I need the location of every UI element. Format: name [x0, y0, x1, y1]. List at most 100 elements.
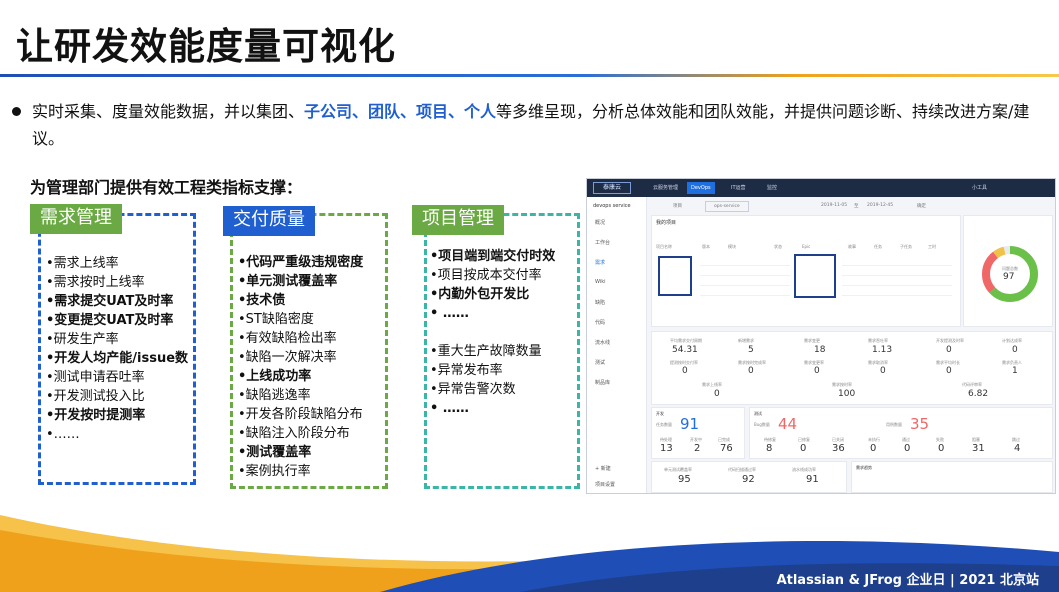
project-tag: 项目管理 — [412, 205, 504, 235]
bottom-metrics-panel: 单元测试覆盖率 95 代码扫描通过率 92 流水线成功率 91 — [651, 461, 847, 493]
sidebar-item-defect[interactable]: 缺陷 — [595, 299, 605, 306]
metric-label: 开发提测及时率 — [936, 338, 964, 343]
requirement-tag: 需求管理 — [30, 204, 122, 234]
list-item: •异常告警次数 — [430, 382, 516, 397]
bottom-label: 流水线成功率 — [792, 467, 816, 472]
metric-value: 0 — [946, 345, 952, 355]
metric-label: 代码评审率 — [962, 382, 982, 387]
quality-list: •代码严重级违规密度 •单元测试覆盖率 •技术债 •ST缺陷密度 •有效缺陷检出… — [238, 253, 388, 481]
case-value: 35 — [910, 415, 930, 433]
bottom-value: 95 — [678, 474, 691, 485]
metric-value: 1 — [1012, 366, 1018, 376]
list-item: •需求按时上线率 — [46, 275, 145, 290]
date-sep: 至 — [854, 204, 859, 209]
test-sub-value: 0 — [800, 443, 807, 454]
placeholder-box — [794, 254, 836, 298]
app-logo: 泰康云 — [593, 182, 631, 194]
dashboard-screenshot: 泰康云 云服务管理 DevOps IT运营 监控 小工具 devops serv… — [586, 178, 1056, 494]
donut-panel: 问题总数 97 — [963, 215, 1053, 327]
list-item: •研发生产率 — [46, 332, 119, 347]
intro-text: 实时采集、度量效能数据，并以集团、子公司、团队、项目、个人等多维呈现，分析总体效… — [32, 98, 1042, 152]
sidebar-item-workbench[interactable]: 工作台 — [595, 239, 610, 246]
bullet-dot — [12, 107, 21, 116]
nav-itops[interactable]: IT运营 — [731, 184, 746, 191]
list-item: •测试申请吞吐率 — [46, 370, 145, 385]
metrics-panel: 平均需求交付周期 54.31 新增需求 5 需求变更 18 需求吞吐率 1.13… — [651, 331, 1053, 405]
filter-label: 项目 — [673, 204, 682, 209]
metric-value: 0 — [682, 366, 688, 376]
list-item — [430, 323, 580, 342]
bottom-label: 代码扫描通过率 — [728, 467, 756, 472]
subheading: 为管理部门提供有效工程类指标支撑： — [30, 178, 303, 197]
bottom-value: 91 — [806, 474, 819, 485]
metric-value: 0 — [714, 389, 720, 399]
bottom-value: 92 — [742, 474, 755, 485]
task-label: 任务数量 — [656, 422, 672, 427]
list-item: •需求提交UAT及时率 — [46, 294, 174, 309]
sidebar-item-overview[interactable]: 概况 — [595, 219, 605, 226]
metric-value: 0 — [1012, 345, 1018, 355]
list-item: •开发人均产能/issue数 — [46, 351, 189, 366]
list-item: • …… — [430, 306, 469, 321]
metric-value: 5 — [748, 345, 754, 355]
test-sub-value: 0 — [870, 443, 877, 454]
th: 状态 — [774, 244, 782, 249]
project-table-panel: 我的项目 项目名称 版本 模块 状态 Epic 故事 任务 子任务 工时 — [651, 215, 961, 327]
sidebar-item-artifact[interactable]: 制品库 — [595, 379, 610, 386]
filter-bar: 项目 ops-service 2019-11-05 至 2019-12-45 确… — [649, 201, 1053, 213]
metric-value: 0 — [880, 366, 886, 376]
test-sub-value: 0 — [938, 443, 945, 454]
table-header: 项目名称 版本 模块 状态 Epic 故事 任务 子任务 工时 — [656, 244, 956, 252]
sidebar-item-test[interactable]: 测试 — [595, 359, 605, 366]
test-sub-value: 31 — [972, 443, 985, 454]
filter-button[interactable]: 确定 — [917, 203, 926, 209]
nav-devops[interactable]: DevOps — [687, 182, 715, 194]
metric-value: 54.31 — [672, 345, 698, 355]
metric-value: 0 — [748, 366, 754, 376]
page-title: 让研发效能度量可视化 — [16, 25, 396, 68]
th: 项目名称 — [656, 244, 672, 249]
sidebar-item-code[interactable]: 代码 — [595, 319, 605, 326]
test-panel: 测试 Bug数量 44 用例数量 35 待修复 8 已修复 0 已关闭 36 未… — [749, 407, 1053, 459]
intro-highlight: 子公司、团队、项目、个人 — [304, 102, 497, 121]
case-label: 用例数量 — [886, 422, 902, 427]
sidebar-item-pipeline[interactable]: 流水线 — [595, 339, 610, 346]
date-to[interactable]: 2019-12-45 — [867, 203, 893, 208]
bug-label: Bug数量 — [754, 422, 770, 427]
metric-label: 新增需求 — [738, 338, 754, 343]
sidebar-add[interactable]: + 新建 — [595, 465, 611, 472]
th: 任务 — [874, 244, 882, 249]
task-value: 91 — [680, 415, 700, 433]
sidebar-item-requirement[interactable]: 需求 — [595, 259, 605, 266]
th: Epic — [802, 244, 811, 249]
service-name: devops service — [593, 203, 631, 209]
sidebar-item-wiki[interactable]: Wiki — [595, 279, 606, 285]
list-item: • …… — [430, 401, 469, 416]
list-item: •…… — [46, 427, 80, 442]
list-item: •重大生产故障数量 — [430, 344, 542, 359]
list-item: •项目按成本交付率 — [430, 268, 542, 283]
th: 工时 — [928, 244, 936, 249]
metric-label: 需求变更 — [804, 338, 820, 343]
app-sidebar: devops service 概况 工作台 需求 Wiki 缺陷 代码 流水线 … — [587, 197, 647, 493]
th: 版本 — [702, 244, 710, 249]
filter-value[interactable]: ops-service — [705, 201, 749, 212]
sidebar-settings[interactable]: 项目设置 — [595, 481, 615, 488]
test-title: 测试 — [754, 411, 762, 416]
list-item: •项目端到端交付时效 — [430, 249, 556, 264]
list-item: •上线成功率 — [238, 369, 312, 384]
metric-value: 1.13 — [872, 345, 893, 355]
bottom-label: 单元测试覆盖率 — [664, 467, 692, 472]
nav-monitor[interactable]: 监控 — [767, 184, 777, 191]
list-item: •测试覆盖率 — [238, 445, 312, 460]
list-item: •缺陷逃逸率 — [238, 388, 311, 403]
list-item: •缺陷一次解决率 — [238, 350, 337, 365]
date-from[interactable]: 2019-11-05 — [821, 203, 847, 208]
user-menu[interactable]: 小工具 — [972, 184, 987, 191]
footer-text: Atlassian & JFrog 企业日 | 2021 北京站 — [776, 573, 1039, 588]
metric-value: 18 — [814, 345, 826, 355]
list-item: •案例执行率 — [238, 464, 311, 479]
nav-cloud[interactable]: 云服务管理 — [653, 184, 678, 191]
quality-tag: 交付质量 — [223, 206, 315, 236]
test-sub-value: 4 — [1014, 443, 1021, 454]
